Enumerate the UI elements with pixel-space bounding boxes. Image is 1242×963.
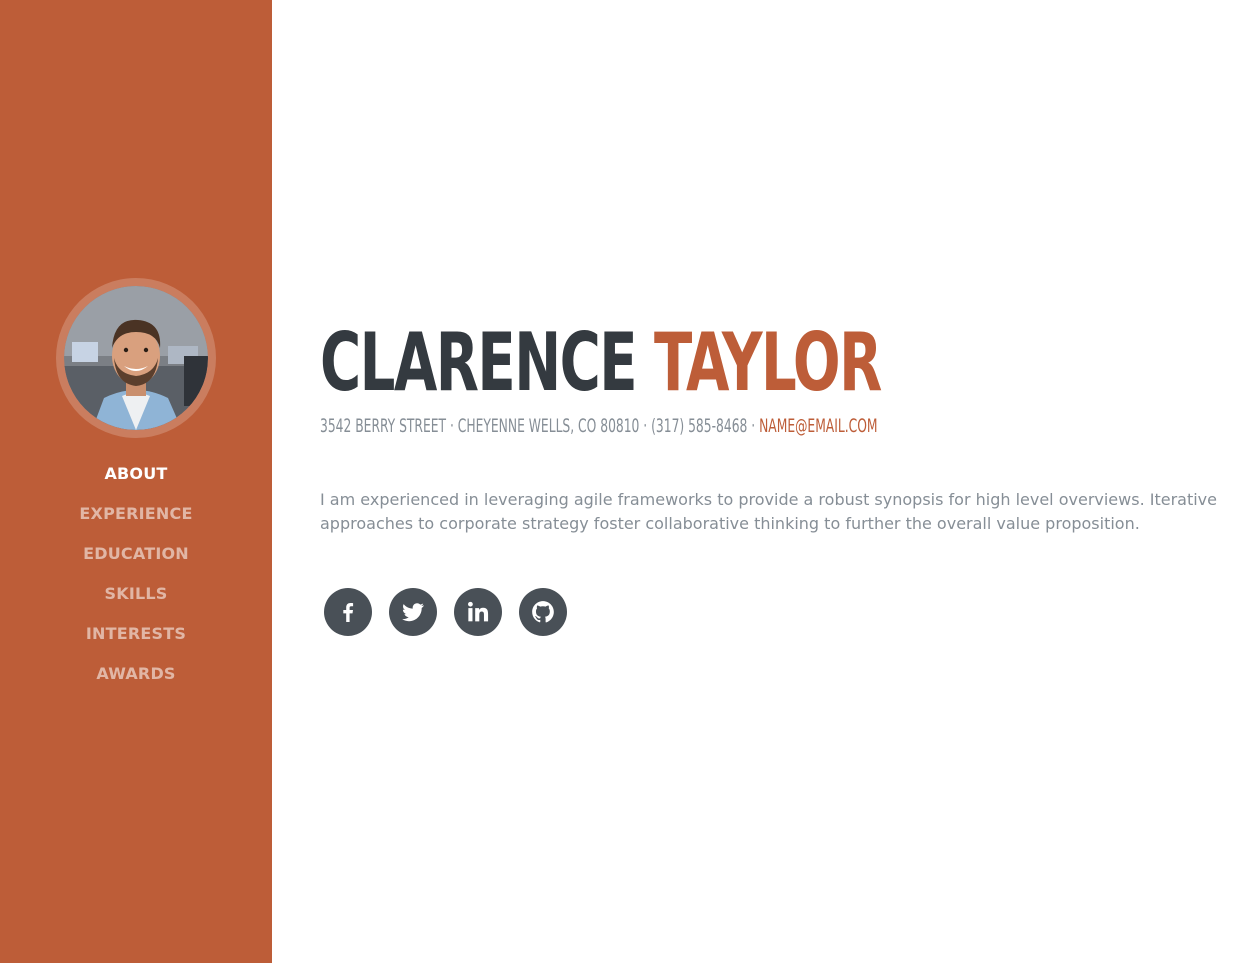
- page-title: CLARENCE TAYLOR: [320, 316, 882, 409]
- facebook-icon: [343, 603, 354, 622]
- intro-paragraph: I am experienced in leveraging agile fra…: [320, 490, 1217, 533]
- nav-link-experience[interactable]: Experience: [79, 504, 192, 523]
- nav-link-skills[interactable]: Skills: [105, 584, 168, 603]
- email-link[interactable]: name@email.com: [759, 415, 877, 437]
- sidebar: About Experience Education Skills Intere…: [0, 0, 272, 963]
- nav-item-interests: Interests: [0, 614, 272, 654]
- nav-link-awards[interactable]: Awards: [96, 664, 175, 683]
- nav-link-about[interactable]: About: [104, 464, 167, 483]
- nav-link-interests[interactable]: Interests: [86, 624, 186, 643]
- contact-line: 3542 Berry Street · Cheyenne Wells, CO 8…: [320, 413, 878, 439]
- last-name: TAYLOR: [654, 316, 882, 409]
- avatar: [64, 286, 208, 430]
- profile-avatar-link[interactable]: [56, 278, 216, 438]
- nav-item-skills: Skills: [0, 574, 272, 614]
- about-section: CLARENCE TAYLOR 3542 Berry Street · Chey…: [320, 0, 1242, 963]
- nav-item-awards: Awards: [0, 654, 272, 694]
- facebook-button[interactable]: [324, 588, 372, 636]
- nav-link-education[interactable]: Education: [83, 544, 189, 563]
- twitter-icon: [402, 603, 424, 622]
- twitter-button[interactable]: [389, 588, 437, 636]
- sidebar-nav: About Experience Education Skills Intere…: [0, 454, 272, 694]
- github-icon: [532, 601, 554, 623]
- address-text: 3542 Berry Street · Cheyenne Wells, CO 8…: [320, 415, 756, 437]
- linkedin-icon: [468, 601, 489, 622]
- github-button[interactable]: [519, 588, 567, 636]
- first-name: CLARENCE: [320, 316, 638, 409]
- nav-item-experience: Experience: [0, 494, 272, 534]
- social-icons: [324, 588, 567, 636]
- linkedin-button[interactable]: [454, 588, 502, 636]
- nav-item-about: About: [0, 454, 272, 494]
- nav-item-education: Education: [0, 534, 272, 574]
